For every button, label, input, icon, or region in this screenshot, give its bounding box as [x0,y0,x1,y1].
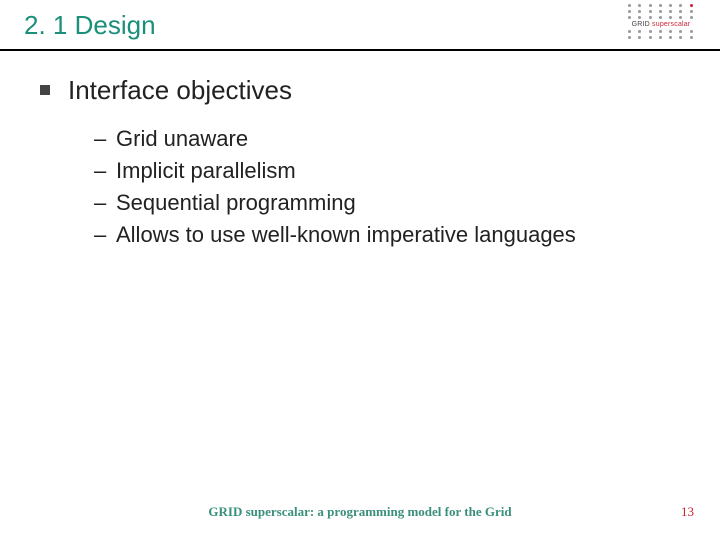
logo: GRID superscalar [626,4,696,39]
bullet-level2: – Sequential programming [94,188,680,218]
dash-bullet-icon: – [94,188,116,218]
slide-footer: GRID superscalar: a programming model fo… [0,504,720,520]
slide: 2. 1 Design GRID superscalar Interface o… [0,0,720,540]
dash-bullet-icon: – [94,220,116,250]
slide-header: 2. 1 Design GRID superscalar [0,0,720,51]
bullet-level2-text: Implicit parallelism [116,156,296,186]
logo-text: GRID superscalar [626,21,696,28]
square-bullet-icon [40,85,50,95]
slide-title: 2. 1 Design [24,10,696,41]
bullet-level1: Interface objectives [40,75,680,106]
dash-bullet-icon: – [94,124,116,154]
bullet-level2: – Grid unaware [94,124,680,154]
page-number: 13 [681,504,694,520]
sub-bullet-list: – Grid unaware – Implicit parallelism – … [94,124,680,250]
footer-text: GRID superscalar: a programming model fo… [0,504,720,520]
bullet-level2-text: Grid unaware [116,124,248,154]
logo-dots-bottom [626,30,696,39]
bullet-level2-text: Sequential programming [116,188,356,218]
dash-bullet-icon: – [94,156,116,186]
logo-dots-top [626,4,696,19]
bullet-level2: – Allows to use well-known imperative la… [94,220,680,250]
bullet-level2: – Implicit parallelism [94,156,680,186]
slide-body: Interface objectives – Grid unaware – Im… [0,51,720,250]
bullet-level1-text: Interface objectives [68,75,292,106]
bullet-level2-text: Allows to use well-known imperative lang… [116,220,576,250]
